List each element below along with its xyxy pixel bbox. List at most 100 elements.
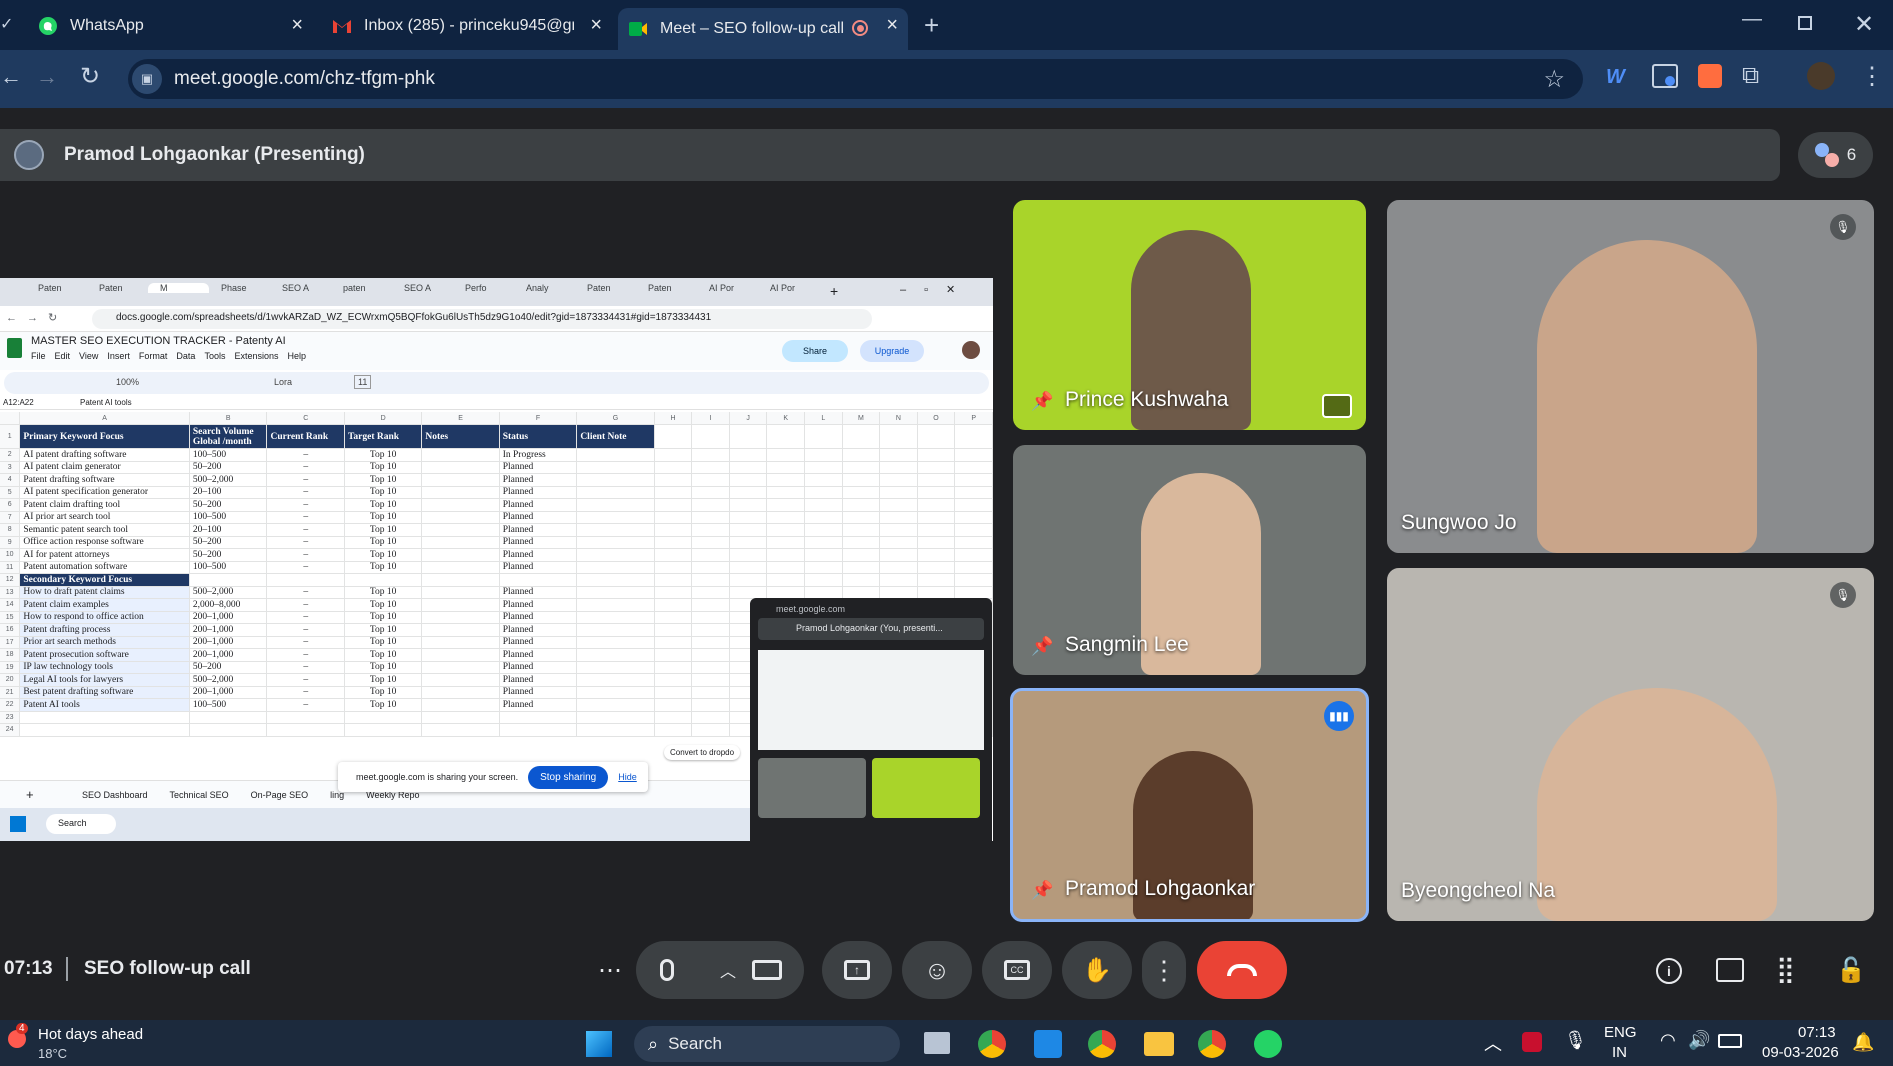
empty-cell[interactable]	[766, 424, 805, 449]
empty-cell[interactable]	[729, 561, 768, 574]
menu-item[interactable]: View	[79, 351, 98, 361]
table-cell[interactable]	[576, 573, 655, 587]
empty-cell[interactable]	[766, 461, 805, 474]
empty-cell[interactable]	[917, 561, 956, 574]
table-cell[interactable]: Top 10	[344, 636, 423, 649]
empty-cell[interactable]	[691, 473, 730, 487]
table-cell[interactable]: AI prior art search tool	[19, 511, 190, 524]
inner-search-box[interactable]: Search	[46, 814, 116, 834]
meet-pip-window[interactable]: meet.google.com Pramod Lohgaonkar (You, …	[750, 598, 992, 841]
column-letter[interactable]: E	[421, 412, 500, 425]
empty-cell[interactable]	[691, 548, 730, 562]
table-cell[interactable]: 2,000–8,000	[189, 598, 268, 612]
bookmark-star-icon[interactable]: ☆	[1543, 65, 1565, 94]
table-cell[interactable]: Patent drafting software	[19, 473, 190, 487]
empty-cell[interactable]	[917, 498, 956, 512]
convert-dropdown-chip[interactable]: Convert to dropdo	[664, 745, 741, 760]
table-cell[interactable]	[189, 573, 268, 587]
empty-cell[interactable]	[729, 498, 768, 512]
camera-icon[interactable]	[752, 960, 782, 980]
table-cell[interactable]	[576, 661, 655, 674]
empty-cell[interactable]	[654, 598, 693, 612]
inner-tab[interactable]: Paten	[636, 283, 697, 293]
table-cell[interactable]: Patent claim examples	[19, 598, 190, 612]
table-cell[interactable]	[499, 573, 578, 587]
column-letter[interactable]: I	[691, 412, 730, 425]
mcafee-icon[interactable]	[1522, 1032, 1542, 1052]
table-row[interactable]: 3 AI patent claim generator 50–200– Top 10 P…	[0, 461, 993, 474]
empty-cell[interactable]	[654, 661, 693, 674]
empty-cell[interactable]	[879, 536, 918, 549]
more-options-button[interactable]: ⋮	[1142, 941, 1186, 999]
empty-cell[interactable]	[804, 486, 843, 499]
table-cell[interactable]: 100–500	[189, 511, 268, 524]
table-cell[interactable]: Planned	[499, 548, 578, 562]
empty-cell[interactable]	[842, 586, 881, 599]
table-cell[interactable]	[344, 723, 423, 737]
table-cell[interactable]: –	[266, 548, 345, 562]
table-cell[interactable]: Planned	[499, 586, 578, 599]
table-cell[interactable]: IP law technology tools	[19, 661, 190, 674]
table-cell[interactable]	[421, 623, 500, 637]
table-cell[interactable]: –	[266, 523, 345, 537]
table-cell[interactable]: 500–2,000	[189, 473, 268, 487]
table-cell[interactable]	[576, 498, 655, 512]
table-cell[interactable]: Planned	[499, 486, 578, 499]
empty-cell[interactable]	[766, 473, 805, 487]
empty-cell[interactable]	[691, 536, 730, 549]
emoji-button[interactable]: ☺	[902, 941, 972, 999]
table-cell[interactable]: –	[266, 448, 345, 462]
table-cell[interactable]: Planned	[499, 623, 578, 637]
table-cell[interactable]: 200–1,000	[189, 611, 268, 624]
table-cell[interactable]: –	[266, 461, 345, 474]
participant-tile-prince[interactable]: 📌 Prince Kushwaha	[1013, 200, 1366, 430]
empty-cell[interactable]	[766, 448, 805, 462]
empty-cell[interactable]	[691, 611, 730, 624]
table-cell[interactable]: Top 10	[344, 648, 423, 662]
empty-cell[interactable]	[766, 586, 805, 599]
table-cell[interactable]	[576, 611, 655, 624]
restore-icon[interactable]	[1798, 16, 1812, 30]
empty-cell[interactable]	[954, 573, 993, 587]
inner-tab[interactable]: M	[148, 283, 209, 293]
empty-cell[interactable]	[804, 461, 843, 474]
empty-cell[interactable]	[954, 498, 993, 512]
inner-tab[interactable]: Phase	[209, 283, 270, 293]
empty-cell[interactable]	[917, 536, 956, 549]
close-icon[interactable]: ×	[886, 14, 898, 37]
menu-item[interactable]: Format	[139, 351, 168, 361]
table-cell[interactable]: –	[266, 586, 345, 599]
add-sheet-icon[interactable]: +	[26, 787, 34, 802]
empty-cell[interactable]	[879, 548, 918, 562]
empty-cell[interactable]	[804, 448, 843, 462]
table-cell[interactable]	[19, 723, 190, 737]
captions-button[interactable]: CC	[982, 941, 1052, 999]
empty-cell[interactable]	[804, 561, 843, 574]
inner-tab[interactable]: AI Por	[697, 283, 758, 293]
table-cell[interactable]: Top 10	[344, 448, 423, 462]
menu-item[interactable]: Data	[176, 351, 195, 361]
empty-cell[interactable]	[654, 473, 693, 487]
empty-cell[interactable]	[729, 536, 768, 549]
table-cell[interactable]: Top 10	[344, 511, 423, 524]
end-call-button[interactable]	[1197, 941, 1287, 999]
table-cell[interactable]	[421, 711, 500, 724]
table-cell[interactable]	[421, 636, 500, 649]
empty-cell[interactable]	[917, 586, 956, 599]
empty-cell[interactable]	[691, 598, 730, 612]
empty-cell[interactable]	[691, 486, 730, 499]
table-cell[interactable]: Patent claim drafting tool	[19, 498, 190, 512]
table-cell[interactable]	[421, 686, 500, 699]
table-cell[interactable]: Patent automation software	[19, 561, 190, 574]
empty-cell[interactable]	[654, 648, 693, 662]
table-cell[interactable]	[576, 711, 655, 724]
table-cell[interactable]	[189, 723, 268, 737]
table-cell[interactable]: –	[266, 673, 345, 687]
empty-cell[interactable]	[842, 561, 881, 574]
empty-cell[interactable]	[654, 424, 693, 449]
empty-cell[interactable]	[766, 486, 805, 499]
close-icon[interactable]: ×	[590, 14, 602, 37]
empty-cell[interactable]	[954, 548, 993, 562]
empty-cell[interactable]	[954, 523, 993, 537]
table-cell[interactable]: Top 10	[344, 473, 423, 487]
